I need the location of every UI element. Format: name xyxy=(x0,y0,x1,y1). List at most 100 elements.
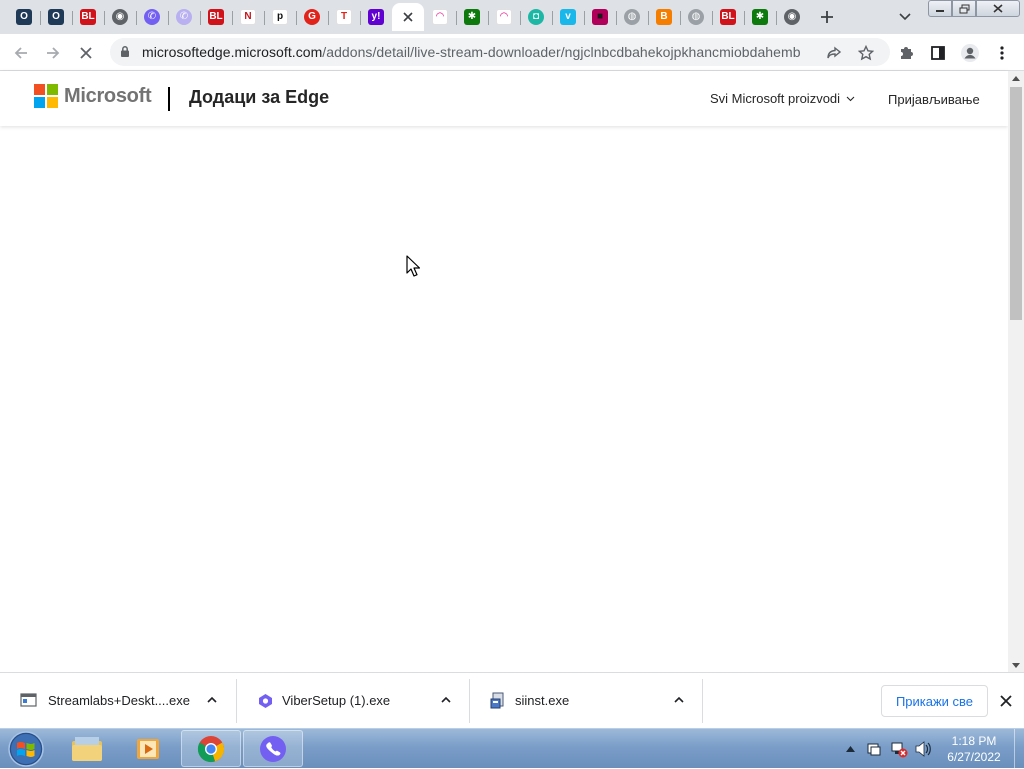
triangle-up-icon[interactable] xyxy=(846,745,855,752)
tab-vimeo-tab[interactable]: v xyxy=(552,3,584,31)
tab-globe-tab-1[interactable]: ◍ xyxy=(616,3,648,31)
scroll-up-button[interactable] xyxy=(1008,71,1024,85)
viber-setup-icon xyxy=(259,694,272,708)
favicon-icon: ◠ xyxy=(432,9,448,25)
taskbar-chrome[interactable] xyxy=(181,730,241,767)
show-desktop-button[interactable] xyxy=(1014,729,1024,769)
all-microsoft-products-menu[interactable]: Svi Microsoft proizvodi xyxy=(710,91,855,106)
chevron-down-icon xyxy=(899,13,911,21)
avatar-icon xyxy=(961,44,979,62)
arrow-left-icon xyxy=(14,47,27,59)
tab-g-tab[interactable]: G xyxy=(296,3,328,31)
download-item[interactable]: ViberSetup (1).exe xyxy=(237,673,469,729)
back-button[interactable] xyxy=(8,40,34,66)
taskbar-clock[interactable]: 1:18 PM 6/27/2022 xyxy=(935,733,1013,765)
extensions-button[interactable] xyxy=(893,40,919,66)
tab-close-icon[interactable] xyxy=(403,9,413,25)
all-products-label: Svi Microsoft proizvodi xyxy=(710,91,841,106)
restore-button[interactable] xyxy=(952,0,976,17)
address-bar[interactable]: microsoftedge.microsoft.com/addons/detai… xyxy=(110,38,890,66)
favicon-icon: ✆ xyxy=(144,9,160,25)
chevron-up-icon[interactable] xyxy=(205,693,219,707)
clock-time: 1:18 PM xyxy=(951,734,997,748)
url-text[interactable]: microsoftedge.microsoft.com/addons/detai… xyxy=(142,44,812,60)
tab-gear-tab-1[interactable]: ✱ xyxy=(456,3,488,31)
tab-t-tab[interactable]: T xyxy=(328,3,360,31)
tab-rainbow-tab-1[interactable]: ◠ xyxy=(424,3,456,31)
more-vertical-icon xyxy=(1000,46,1004,60)
lock-icon[interactable] xyxy=(120,45,130,58)
tab-blic-tab-1[interactable]: BL xyxy=(72,3,104,31)
minimize-icon xyxy=(936,9,944,12)
tab-viber-tab-1[interactable]: ✆ xyxy=(136,3,168,31)
tab-opera-tab-1[interactable]: O xyxy=(8,3,40,31)
header-divider xyxy=(168,87,170,111)
share-button[interactable] xyxy=(821,40,847,66)
tab-active-tab[interactable] xyxy=(392,3,424,31)
site-title[interactable]: Додаци за Edge xyxy=(189,87,329,108)
download-separator xyxy=(702,679,703,723)
close-shelf-button[interactable] xyxy=(996,691,1016,711)
tab-p-tab[interactable]: p xyxy=(264,3,296,31)
network-disconnected-icon[interactable] xyxy=(890,740,908,758)
logo-square-green xyxy=(47,84,58,95)
microsoft-wordmark[interactable]: Microsoft xyxy=(64,85,152,108)
menu-button[interactable] xyxy=(989,40,1015,66)
side-panel-button[interactable] xyxy=(925,40,951,66)
tab-yahoo-tab[interactable]: y! xyxy=(360,3,392,31)
taskbar-media-player[interactable] xyxy=(118,730,178,767)
tab-blogger-tab[interactable]: B xyxy=(648,3,680,31)
download-item[interactable]: siinst.exe xyxy=(470,673,702,729)
chevron-up-icon[interactable] xyxy=(439,693,453,707)
minimize-button[interactable] xyxy=(928,0,952,17)
tab-globe-tab-2[interactable]: ◍ xyxy=(680,3,712,31)
start-button[interactable] xyxy=(6,730,46,768)
tab-chrome-tab-2[interactable]: ◉ xyxy=(776,3,808,31)
favicon-icon: ◉ xyxy=(112,9,128,25)
profile-button[interactable] xyxy=(957,40,983,66)
microsoft-logo-icon[interactable] xyxy=(34,84,58,108)
forward-button[interactable] xyxy=(40,40,66,66)
tab-rainbow-tab-2[interactable]: ◠ xyxy=(488,3,520,31)
close-window-button[interactable] xyxy=(976,0,1020,17)
tab-blic-tab-2[interactable]: BL xyxy=(200,3,232,31)
bookmark-button[interactable] xyxy=(853,40,879,66)
stop-loading-button[interactable] xyxy=(73,40,99,66)
show-all-downloads-button[interactable]: Прикажи све xyxy=(881,685,988,717)
taskbar-viber[interactable] xyxy=(243,730,303,767)
volume-icon[interactable] xyxy=(914,741,932,757)
download-item[interactable]: Streamlabs+Deskt....exe xyxy=(0,673,236,729)
tab-n-tab[interactable]: N xyxy=(232,3,264,31)
tab-search-button[interactable] xyxy=(894,7,916,27)
viber-icon xyxy=(260,735,286,762)
tab-blic-tab-3[interactable]: BL xyxy=(712,3,744,31)
tab-chrome-tab-1[interactable]: ◉ xyxy=(104,3,136,31)
sign-in-link[interactable]: Пријављивање xyxy=(888,92,980,107)
favicon-icon: T xyxy=(336,9,352,25)
favicon-icon: B xyxy=(656,9,672,25)
url-host: microsoftedge.microsoft.com xyxy=(142,44,323,60)
tab-teal-tab[interactable]: ◘ xyxy=(520,3,552,31)
new-tab-button[interactable] xyxy=(814,5,840,29)
download-filename: ViberSetup (1).exe xyxy=(282,693,391,708)
download-filename: Streamlabs+Deskt....exe xyxy=(48,693,190,708)
scroll-down-button[interactable] xyxy=(1008,658,1024,672)
favicon-icon: ✱ xyxy=(464,9,480,25)
windows-start-orb-icon xyxy=(8,731,44,767)
folder-icon xyxy=(72,736,102,761)
scroll-thumb[interactable] xyxy=(1010,87,1022,320)
tab-magenta-tab[interactable]: ■ xyxy=(584,3,616,31)
tab-viber-tab-2[interactable]: ✆ xyxy=(168,3,200,31)
tab-strip: O O BL ◉ ✆ ✆ BL Np G Ty! ◠ ✱ ◠ ◘ v ■ ◍ B ◍ BL ✱ ◉ xyxy=(0,0,1024,34)
logo-square-red xyxy=(34,84,45,95)
page-content: Microsoft Додаци за Edge Svi Microsoft p… xyxy=(0,71,1008,672)
favicon-icon: O xyxy=(16,9,32,25)
chevron-up-icon[interactable] xyxy=(672,693,686,707)
favicon-icon: BL xyxy=(80,9,96,25)
logo-square-yellow xyxy=(47,97,58,108)
tab-gear-tab-2[interactable]: ✱ xyxy=(744,3,776,31)
tab-opera-tab-2[interactable]: O xyxy=(40,3,72,31)
taskbar-explorer[interactable] xyxy=(57,730,117,767)
page-scrollbar[interactable] xyxy=(1008,71,1024,672)
action-center-icon[interactable] xyxy=(866,741,882,757)
